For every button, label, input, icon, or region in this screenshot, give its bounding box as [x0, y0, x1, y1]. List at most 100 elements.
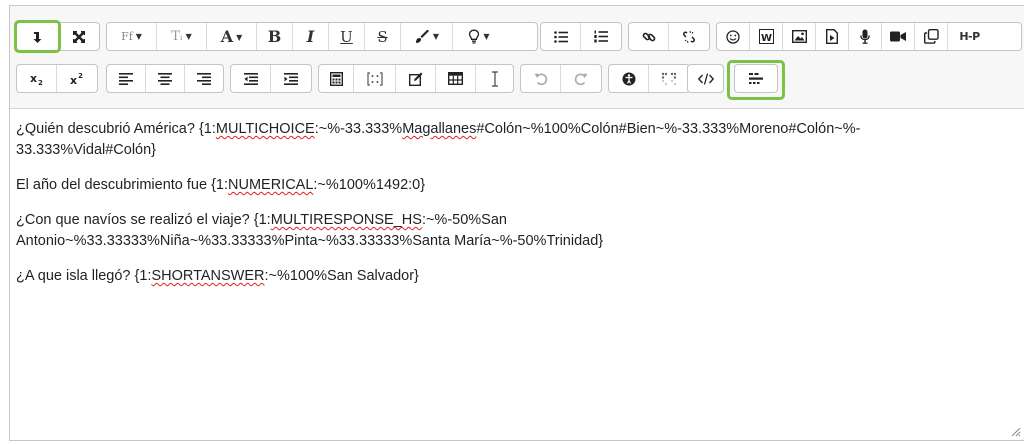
fullscreen-button[interactable]: [59, 23, 100, 50]
braille-icon: [661, 72, 677, 85]
question-text: :~%100%San Salvador}: [264, 268, 419, 284]
svg-text:x: x: [70, 74, 77, 86]
cloze-icon: [749, 72, 763, 84]
indent-icon: [284, 72, 298, 85]
toolbar-toggle-button[interactable]: [17, 23, 59, 50]
image-icon: [791, 30, 807, 43]
h5p-button[interactable]: H-P: [948, 23, 991, 50]
insert-media-button[interactable]: [816, 23, 849, 50]
paint-brush-button[interactable]: ▼: [401, 23, 453, 50]
question-text: 33.333%Vidal#Colón}: [16, 142, 157, 158]
text-cursor-icon: [491, 70, 498, 87]
question-text: :~%-33.333%: [314, 121, 403, 137]
outdent-icon: [243, 72, 258, 85]
redo-button[interactable]: [561, 65, 601, 92]
bold-button[interactable]: B: [257, 23, 293, 50]
lightbulb-button[interactable]: ▼: [453, 23, 505, 50]
indent-button[interactable]: [271, 65, 311, 92]
outdent-button[interactable]: [231, 65, 272, 92]
wiris-icon: W: [758, 29, 774, 44]
accessibility-checker-button[interactable]: [609, 65, 650, 92]
redo-icon: [574, 73, 588, 85]
toolbar-group-insert: [318, 64, 514, 93]
editor-content[interactable]: ¿Quién descubrió América? {1:MULTICHOICE…: [16, 119, 1016, 301]
media-file-icon: [826, 29, 838, 44]
question-text: ¿Con que navíos se realizó el viaje? {1:: [16, 212, 271, 228]
record-audio-button[interactable]: [849, 23, 882, 50]
emoji-button[interactable]: [717, 23, 750, 50]
font-family-label: Ff: [121, 30, 133, 43]
font-color-button[interactable]: A ▼: [207, 23, 257, 50]
accessibility-icon: [622, 72, 635, 85]
underline-button[interactable]: U: [329, 23, 365, 50]
svg-text:2: 2: [38, 79, 43, 86]
spellcheck-word: SHORTANSWER: [151, 268, 265, 284]
chevron-down-icon: ▼: [236, 31, 243, 42]
h5p-label: H-P: [959, 30, 980, 43]
svg-text:W: W: [761, 33, 772, 44]
align-center-button[interactable]: [146, 65, 185, 92]
toolbar-group-align: [106, 64, 224, 93]
matrix-icon: [366, 71, 383, 86]
table-button[interactable]: [436, 65, 476, 92]
resize-handle-icon[interactable]: [1009, 425, 1021, 437]
table-icon: [448, 72, 463, 85]
question-text: El año del descubrimiento fue {1:: [16, 177, 228, 193]
ordered-list-button[interactable]: [581, 23, 621, 50]
bullet-list-icon: [553, 30, 568, 43]
toolbar-group-toggle: [16, 22, 100, 51]
font-color-label: A: [220, 27, 234, 46]
spellcheck-word: MULTIRESPONSE_HS: [270, 212, 422, 228]
screenreader-helper-button[interactable]: [649, 65, 689, 92]
undo-icon: [534, 73, 547, 85]
toolbar-group-html: [687, 64, 724, 93]
strikethrough-button[interactable]: S: [365, 23, 401, 50]
spellcheck-word: Magallanes: [402, 121, 477, 137]
align-left-button[interactable]: [107, 65, 146, 92]
superscript-button[interactable]: x2: [57, 65, 97, 92]
subscript-button[interactable]: x2: [17, 65, 58, 92]
calculator-button[interactable]: [319, 65, 354, 92]
toolbar-group-links: [628, 22, 710, 51]
edit-button[interactable]: [396, 65, 436, 92]
toolbar-group-lists: [540, 22, 622, 51]
font-size-button[interactable]: Tᵢ ▼: [157, 23, 207, 50]
spellcheck-word: NUMERICAL: [228, 177, 314, 193]
font-family-button[interactable]: Ff ▼: [107, 23, 157, 50]
align-right-button[interactable]: [185, 65, 223, 92]
fullscreen-icon: [72, 30, 85, 43]
calculator-icon: [329, 71, 343, 86]
wiris-button[interactable]: W: [750, 23, 783, 50]
question-text: Antonio~%33.33333%Niña~%33.33333%Pinta~%…: [16, 233, 604, 249]
subscript-icon: x2: [30, 72, 43, 86]
cloze-editor-button[interactable]: [735, 65, 777, 92]
question-text: ¿A que isla llegó? {1:: [16, 268, 152, 284]
text-cursor-button[interactable]: [476, 65, 513, 92]
copy-files-icon: [923, 29, 939, 44]
unlink-icon: [683, 30, 695, 43]
manage-files-button[interactable]: [915, 23, 948, 50]
toolbar-group-accessibility: [608, 64, 690, 93]
toolbar-group-cloze: [734, 64, 778, 93]
italic-label: I: [306, 27, 315, 46]
lightbulb-icon: [469, 29, 480, 44]
video-camera-icon: [890, 31, 906, 42]
html-source-button[interactable]: [688, 65, 723, 92]
unordered-list-button[interactable]: [541, 23, 582, 50]
insert-image-button[interactable]: [783, 23, 816, 50]
superscript-icon: x2: [70, 72, 83, 86]
editor-toolbar: Ff ▼ Tᵢ ▼ A ▼ B I U S ▼ ▼ W H-P x 2 x 2: [10, 6, 1024, 109]
italic-button[interactable]: I: [293, 23, 329, 50]
unlink-button[interactable]: [669, 23, 709, 50]
smiley-icon: [726, 29, 740, 44]
question-text: :~%100%1492:0}: [313, 177, 426, 193]
link-icon: [642, 32, 655, 41]
link-button[interactable]: [629, 23, 670, 50]
strikethrough-label: S: [377, 27, 388, 46]
matrix-button[interactable]: [354, 65, 396, 92]
question-text: ¿Quién descubrió América? {1:: [16, 121, 216, 137]
undo-button[interactable]: [521, 65, 562, 92]
paint-brush-icon: [415, 29, 429, 43]
record-video-button[interactable]: [882, 23, 915, 50]
code-icon: [697, 72, 714, 85]
